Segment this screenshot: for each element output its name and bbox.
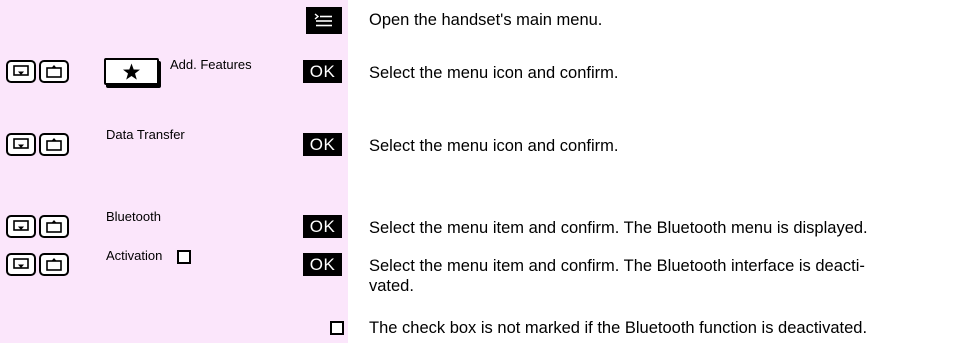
arrow-up-icon	[39, 253, 69, 276]
menu-label: Bluetooth	[106, 209, 161, 224]
step-description: Select the menu item and confirm. The Bl…	[369, 219, 868, 237]
arrow-down-icon	[6, 133, 36, 156]
arrow-down-icon	[6, 215, 36, 238]
step-description-line2: vated.	[369, 277, 414, 295]
arrow-up-icon	[39, 60, 69, 83]
ok-button: OK	[303, 60, 342, 83]
menu-label: Data Transfer	[106, 127, 185, 142]
step-description: The check box is not marked if the Bluet…	[369, 319, 868, 337]
ok-button: OK	[303, 253, 342, 276]
ok-button: OK	[303, 133, 342, 156]
arrow-up-icon	[39, 133, 69, 156]
menu-label: Activation	[106, 248, 163, 263]
arrow-down-icon	[6, 253, 36, 276]
menu-icon	[306, 7, 342, 34]
step-description: Open the handset's main menu.	[369, 11, 603, 29]
checkbox-icon	[177, 250, 191, 264]
instruction-sidebar	[0, 0, 348, 343]
menu-label: Add. Features	[170, 57, 252, 72]
arrow-up-icon	[39, 215, 69, 238]
step-description: Select the menu icon and confirm.	[369, 137, 619, 155]
star-icon	[104, 58, 159, 85]
checkbox-icon	[330, 321, 344, 335]
arrow-down-icon	[6, 60, 36, 83]
ok-button: OK	[303, 215, 342, 238]
step-description: Select the menu icon and confirm.	[369, 64, 619, 82]
step-description-line1: Select the menu item and confirm. The Bl…	[369, 257, 865, 275]
